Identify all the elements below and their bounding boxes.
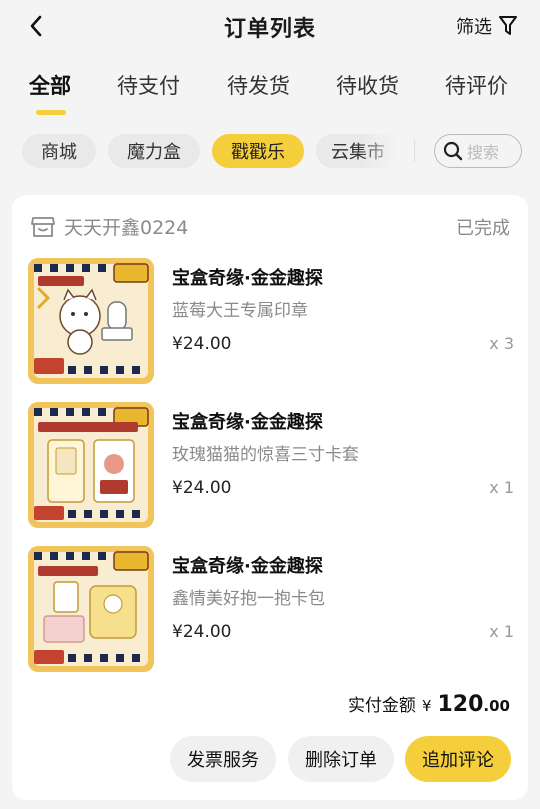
product-variant: 鑫情美好抱一抱卡包 (172, 589, 325, 609)
filter-button[interactable]: 筛选 (456, 13, 518, 39)
tab-pending-review[interactable]: 待评价 (445, 70, 508, 100)
chip-scroll-fade (360, 134, 400, 168)
search-icon (443, 141, 463, 161)
shop-icon (31, 216, 55, 237)
category-chips: 商城 魔力盒 戳戳乐 云集市 搜索 (0, 134, 540, 170)
active-tab-indicator (36, 110, 66, 115)
product-quantity: x 3 (489, 334, 514, 353)
filter-icon (499, 16, 517, 35)
product-title: 宝盒奇缘·金金趣探 (172, 268, 323, 289)
product-price: ¥24.00 (172, 478, 232, 498)
tab-pending-receipt[interactable]: 待收货 (336, 70, 399, 100)
shop-header[interactable]: 天天开鑫0224 (30, 213, 188, 240)
shop-name: 天天开鑫0224 (64, 217, 189, 239)
delete-order-button[interactable]: 删除订单 (288, 736, 394, 782)
product-variant: 玫瑰猫猫的惊喜三寸卡套 (172, 445, 359, 465)
chip-mall[interactable]: 商城 (22, 134, 96, 168)
order-status-tabs: 全部 待支付 待发货 待收货 待评价 (0, 70, 540, 120)
total-amount-integer: 120 (437, 692, 484, 717)
product-price: ¥24.00 (172, 334, 232, 354)
product-image (28, 402, 154, 528)
order-item[interactable]: 宝盒奇缘·金金趣探 玫瑰猫猫的惊喜三寸卡套 ¥24.00 x 1 (28, 402, 514, 528)
total-currency: ¥ (421, 697, 432, 715)
product-image (28, 258, 154, 384)
header: 订单列表 筛选 (0, 0, 540, 54)
order-card[interactable]: 天天开鑫0224 已完成 宝盒奇缘·金金趣探 蓝莓大王专属印章 ¥24.00 x… (12, 195, 528, 800)
search-input[interactable]: 搜索 (434, 134, 522, 168)
filter-label: 筛选 (456, 17, 492, 38)
total-amount-decimal: .00 (483, 697, 510, 715)
total-label: 实付金额 (347, 696, 416, 716)
divider (414, 140, 415, 162)
chip-chuochuole[interactable]: 戳戳乐 (212, 134, 304, 168)
chip-magic-box[interactable]: 魔力盒 (108, 134, 200, 168)
product-image (28, 546, 154, 672)
product-price: ¥24.00 (172, 622, 232, 642)
order-status: 已完成 (456, 218, 510, 239)
product-quantity: x 1 (489, 478, 514, 497)
order-total: 实付金额 ¥ 120.00 (348, 691, 510, 717)
product-title: 宝盒奇缘·金金趣探 (172, 556, 323, 577)
search-placeholder: 搜索 (467, 143, 500, 162)
order-item[interactable]: 宝盒奇缘·金金趣探 鑫情美好抱一抱卡包 ¥24.00 x 1 (28, 546, 514, 672)
tab-pending-shipment[interactable]: 待发货 (227, 70, 290, 100)
invoice-service-button[interactable]: 发票服务 (170, 736, 276, 782)
order-item[interactable]: 宝盒奇缘·金金趣探 蓝莓大王专属印章 ¥24.00 x 3 (28, 258, 514, 384)
tab-pending-payment[interactable]: 待支付 (117, 70, 180, 100)
tab-all[interactable]: 全部 (29, 70, 71, 100)
product-quantity: x 1 (489, 622, 514, 641)
add-review-button[interactable]: 追加评论 (405, 736, 511, 782)
product-title: 宝盒奇缘·金金趣探 (172, 412, 323, 433)
product-variant: 蓝莓大王专属印章 (172, 301, 308, 321)
